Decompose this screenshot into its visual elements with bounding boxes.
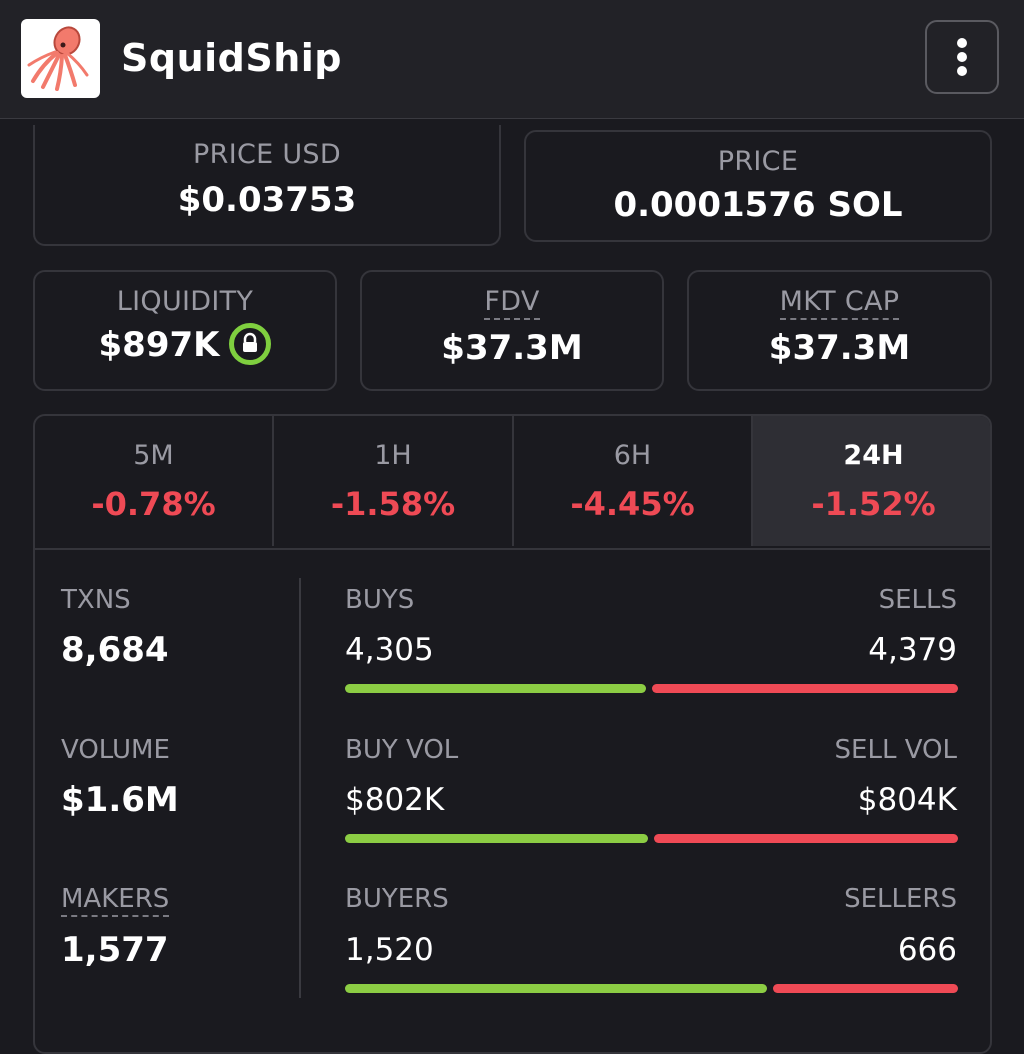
- mkt-cap-value: $37.3M: [768, 328, 911, 368]
- vertical-dots-icon: [957, 38, 967, 76]
- mkt-cap-label[interactable]: MKT CAP: [779, 286, 900, 320]
- price-change-value: -1.58%: [330, 485, 456, 523]
- more-options-button[interactable]: [925, 20, 999, 94]
- fdv-value: $37.3M: [441, 328, 583, 368]
- tab-1h[interactable]: 1H -1.58%: [274, 416, 514, 546]
- tab-24h[interactable]: 24H -1.52%: [753, 416, 990, 546]
- txns-label: TXNS: [61, 585, 131, 615]
- top-bar: SquidShip: [0, 0, 1024, 119]
- buys-value: 4,305: [345, 632, 434, 668]
- stats-panel: 5M -0.78% 1H -1.58% 6H -4.45% 24H -1.52%: [33, 414, 992, 1054]
- tab-5m[interactable]: 5M -0.78%: [35, 416, 274, 546]
- tab-label: 6H: [613, 440, 652, 471]
- price-native-label: PRICE: [717, 146, 799, 177]
- fdv-label[interactable]: FDV: [484, 286, 540, 320]
- sell-vol-value: $804K: [857, 782, 957, 818]
- mkt-cap-card: MKT CAP $37.3M: [687, 270, 992, 391]
- price-change-value: -4.45%: [570, 485, 695, 523]
- price-native-card: PRICE 0.0001576 SOL: [524, 130, 992, 242]
- makers-label[interactable]: MAKERS: [61, 884, 170, 917]
- liquidity-value: $897K: [98, 325, 220, 365]
- volume-value: $1.6M: [61, 780, 179, 820]
- squid-logo-icon: [21, 19, 100, 98]
- app-title: SquidShip: [121, 36, 342, 80]
- price-usd-card: PRICE USD $0.03753: [33, 125, 501, 246]
- tab-6h[interactable]: 6H -4.45%: [514, 416, 753, 546]
- sellers-label: SELLERS: [844, 884, 957, 914]
- buyers-value: 1,520: [345, 932, 434, 968]
- sellers-value: 666: [897, 932, 957, 968]
- sellers-bar: [773, 984, 958, 993]
- buyers-bar: [345, 984, 767, 993]
- tab-label: 5M: [133, 440, 174, 471]
- price-change-value: -0.78%: [91, 485, 216, 523]
- timeframe-tabs: 5M -0.78% 1H -1.58% 6H -4.45% 24H -1.52%: [35, 416, 990, 550]
- sell-vol-label: SELL VOL: [834, 735, 957, 765]
- liquidity-value-row: $897K: [35, 322, 335, 368]
- price-change-value: -1.52%: [811, 485, 936, 523]
- sells-bar: [652, 684, 958, 693]
- txns-value: 8,684: [61, 630, 169, 670]
- makers-value: 1,577: [61, 930, 169, 970]
- buyers-label: BUYERS: [345, 884, 449, 914]
- liquidity-card: LIQUIDITY $897K: [33, 270, 337, 391]
- buy-vol-value: $802K: [345, 782, 445, 818]
- tab-label: 1H: [374, 440, 412, 471]
- column-divider: [299, 578, 301, 998]
- sells-value: 4,379: [868, 632, 957, 668]
- fdv-card: FDV $37.3M: [360, 270, 664, 391]
- lock-icon[interactable]: [229, 322, 272, 365]
- price-usd-value: $0.03753: [177, 180, 357, 220]
- price-native-value: 0.0001576 SOL: [613, 185, 903, 225]
- sells-label: SELLS: [878, 585, 957, 615]
- buy-vol-bar: [345, 834, 648, 843]
- buy-vol-label: BUY VOL: [345, 735, 459, 765]
- buys-label: BUYS: [345, 585, 415, 615]
- sell-vol-bar: [654, 834, 958, 843]
- liquidity-label: LIQUIDITY: [116, 286, 254, 317]
- buys-bar: [345, 684, 646, 693]
- price-usd-label: PRICE USD: [193, 139, 341, 170]
- tab-label: 24H: [843, 440, 904, 471]
- volume-label: VOLUME: [61, 735, 170, 765]
